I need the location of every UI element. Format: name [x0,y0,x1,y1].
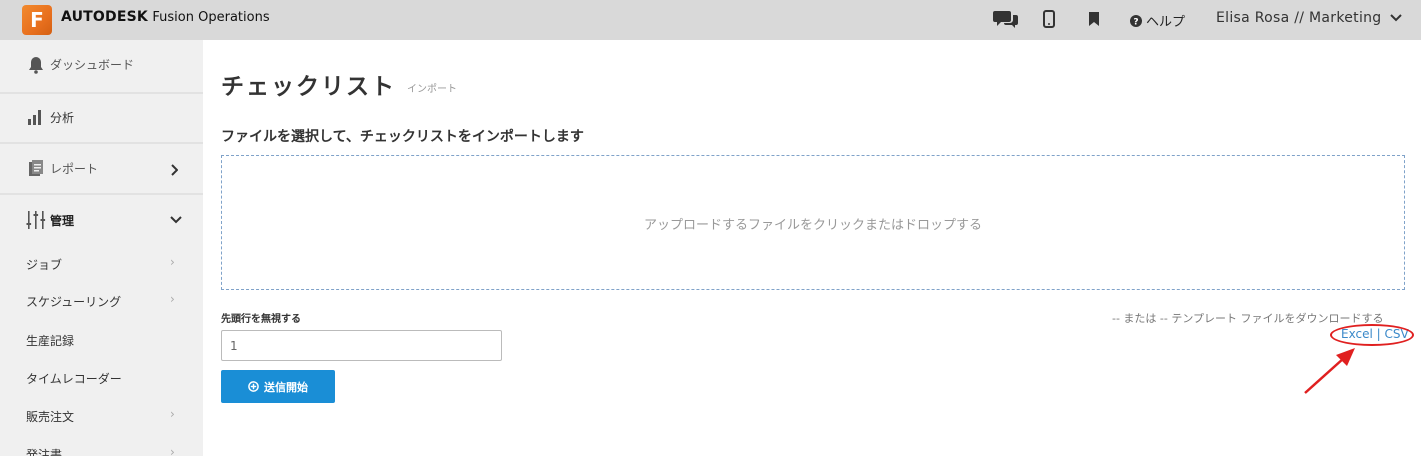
skip-rows-input[interactable] [221,330,502,361]
submit-label: 送信開始 [264,380,308,394]
brand-product: Fusion Operations [152,10,270,25]
logo-letter: F [30,8,44,32]
sidebar-item-label: ダッシュボード [50,58,135,72]
sidebar-item-analysis[interactable]: 分析 [0,104,203,130]
bar-chart-icon [26,107,46,127]
plus-circle-icon [248,381,259,392]
sidebar-item-label: 分析 [50,111,75,125]
sidebar-subitem-label: 販売注文 [26,410,75,424]
sidebar-subitem-label: スケジューリング [26,295,122,309]
chevron-down-icon [170,216,182,224]
bell-icon [26,55,46,75]
question-icon: ? [1130,14,1142,27]
sidebar-subitem-label: タイムレコーダー [26,372,122,386]
sidebar-item-label: レポート [50,162,99,176]
annotation-arrow-icon [1304,348,1355,394]
chevron-right-icon: › [170,255,175,269]
dropzone-text: アップロードするファイルをクリックまたはドロップする [643,218,982,233]
sidebar-item-management[interactable]: 管理 [0,207,203,233]
sidebar-subitem-label: 生産記録 [26,334,75,348]
sidebar: ダッシュボード 分析 レポート 管理 ジョブ › スケジューリング › 生産記録… [0,40,203,456]
sidebar-subitem-jobs[interactable]: ジョブ › [0,246,203,282]
sidebar-subitem-purchase-orders[interactable]: 発注書 › [0,436,203,456]
sliders-icon [26,210,46,230]
user-label: Elisa Rosa // Marketing [1216,10,1382,26]
annotation-ellipse [1330,324,1414,346]
user-menu[interactable]: Elisa Rosa // Marketing [1216,10,1402,26]
sidebar-item-dashboard[interactable]: ダッシュボード [0,52,203,78]
sidebar-subitem-label: ジョブ [26,258,63,272]
chevron-right-icon: › [170,445,175,456]
autodesk-logo-icon[interactable]: F [22,5,52,35]
file-dropzone[interactable]: アップロードするファイルをクリックまたはドロップする [221,155,1405,290]
sidebar-divider [0,193,203,195]
svg-text:?: ? [1133,17,1138,27]
sidebar-subitem-production-records[interactable]: 生産記録 [0,322,203,358]
sidebar-subitem-label: 発注書 [26,448,63,456]
skip-rows-label: 先頭行を無視する [221,314,301,325]
chevron-right-icon [171,164,178,176]
report-icon [26,159,46,179]
chevron-down-icon [1389,14,1402,22]
section-title: ファイルを選択して、チェックリストをインポートします [221,129,584,145]
brand-name[interactable]: AUTODESK Fusion Operations [61,9,270,25]
sidebar-subitem-scheduling[interactable]: スケジューリング › [0,283,203,319]
submit-button[interactable]: 送信開始 [221,370,335,403]
page-title: チェックリスト [221,74,396,100]
sidebar-divider [0,92,203,94]
sidebar-subitem-time-recorder[interactable]: タイムレコーダー [0,360,203,396]
sidebar-subitem-sales-orders[interactable]: 販売注文 › [0,398,203,434]
mobile-icon[interactable] [1043,8,1055,30]
sidebar-item-reports[interactable]: レポート [0,156,203,182]
top-bar: F AUTODESK Fusion Operations ? ヘルプ Elisa… [0,0,1421,40]
help-label: ヘルプ [1146,15,1186,30]
bookmark-icon[interactable] [1088,8,1100,30]
brand-bold: AUTODESK [61,9,148,25]
sidebar-divider [0,142,203,144]
chevron-right-icon: › [170,407,175,421]
sidebar-item-label: 管理 [50,214,75,228]
chevron-right-icon: › [170,292,175,306]
page-subtitle: インポート [407,84,457,95]
chat-icon[interactable] [993,8,1019,30]
help-link[interactable]: ? ヘルプ [1130,11,1185,30]
template-download-text: -- または -- テンプレート ファイルをダウンロードする [1112,312,1384,325]
